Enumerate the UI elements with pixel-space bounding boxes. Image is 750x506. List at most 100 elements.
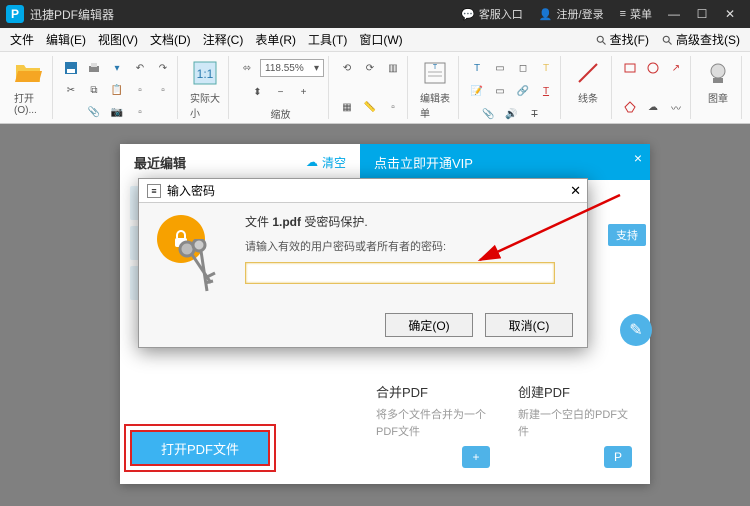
menu-comment[interactable]: 注释(C): [197, 31, 250, 48]
actual-size-icon: 1:1: [190, 58, 220, 88]
page-icon[interactable]: ▫: [130, 80, 150, 100]
actual-size-button[interactable]: 1:1 实际大小: [186, 58, 224, 120]
dialog-title: 输入密码: [167, 182, 215, 199]
zoom-in-icon[interactable]: +: [294, 82, 314, 102]
password-input[interactable]: [245, 262, 555, 284]
menu-tool[interactable]: 工具(T): [302, 31, 353, 48]
view-icon[interactable]: ▫: [383, 97, 403, 117]
menubar: 文件 编辑(E) 视图(V) 文档(D) 注释(C) 表单(R) 工具(T) 窗…: [0, 28, 750, 52]
highlight-icon[interactable]: T: [536, 58, 556, 78]
scan-icon[interactable]: ▾: [107, 58, 127, 78]
textbox-icon[interactable]: ▭: [490, 58, 510, 78]
cut-icon[interactable]: ✂: [61, 80, 81, 100]
create-desc: 新建一个空白的PDF文件: [518, 407, 632, 440]
undo-icon[interactable]: ↶: [130, 58, 150, 78]
fit-page-icon[interactable]: ⬍: [248, 82, 268, 102]
chat-icon: 💬: [461, 8, 475, 21]
line-label: 线条: [578, 90, 598, 105]
menu-form[interactable]: 表单(R): [249, 31, 302, 48]
create-button[interactable]: P: [604, 446, 632, 468]
ribbon: 打开(O)... ▾ ↶ ↷ ✂ ⧉ 📋 ▫ ▫ 📎 📷 ▫ 1:1 实际大小: [0, 52, 750, 124]
clear-recent[interactable]: ☁ 清空: [306, 154, 346, 171]
edit-fab[interactable]: ✎: [620, 314, 652, 346]
more-icon[interactable]: ▫: [130, 102, 150, 122]
pencil-icon: ✎: [629, 320, 642, 340]
paste-icon[interactable]: 📋: [107, 80, 127, 100]
clipboard-icon[interactable]: 📎: [84, 102, 104, 122]
edit-form-button[interactable]: T 编辑表单: [416, 58, 454, 120]
open-button[interactable]: 打开(O)...: [10, 58, 48, 116]
zoom-out-icon[interactable]: −: [271, 82, 291, 102]
app-title: 迅捷PDF编辑器: [30, 6, 114, 23]
attach-icon[interactable]: 📎: [479, 104, 499, 124]
dialog-close-button[interactable]: ✕: [570, 183, 581, 199]
dialog-icon: ≡: [147, 184, 161, 198]
clear-label: 清空: [322, 154, 346, 171]
sound-icon[interactable]: 🔊: [502, 104, 522, 124]
grid-icon[interactable]: ▦: [337, 97, 357, 117]
merge-button[interactable]: +: [462, 446, 490, 468]
minimize-button[interactable]: —: [660, 7, 688, 21]
menu-view[interactable]: 视图(V): [92, 31, 144, 48]
menu-file[interactable]: 文件: [4, 31, 40, 48]
line-button[interactable]: 线条: [569, 58, 607, 105]
ruler-icon[interactable]: 📏: [360, 97, 380, 117]
menu-link[interactable]: ≡ 菜单: [620, 6, 652, 22]
redo-icon[interactable]: ↷: [153, 58, 173, 78]
menu-edit[interactable]: 编辑(E): [40, 31, 92, 48]
stamp-button[interactable]: 图章: [699, 58, 737, 105]
menu-doc[interactable]: 文档(D): [144, 31, 197, 48]
zoom-select[interactable]: 118.55%▾: [260, 59, 324, 77]
menu-window[interactable]: 窗口(W): [353, 31, 408, 48]
dialog-message: 文件 1.pdf 受密码保护.: [245, 213, 573, 230]
ok-button[interactable]: 确定(O): [385, 313, 473, 337]
find-button[interactable]: 查找(F): [589, 31, 655, 48]
note-icon[interactable]: 📝: [467, 81, 487, 101]
edit-form-icon: T: [420, 58, 450, 88]
camera-icon[interactable]: 📷: [107, 102, 127, 122]
link-icon[interactable]: 🔗: [513, 81, 533, 101]
recent-title: 最近编辑: [134, 153, 186, 172]
vip-label: 点击立即开通VIP: [374, 153, 473, 172]
folder-open-icon: [14, 58, 44, 88]
open-pdf-button[interactable]: 打开PDF文件: [130, 430, 270, 466]
advfind-button[interactable]: 高级查找(S): [655, 31, 746, 48]
edit-form-label: 编辑表单: [420, 90, 450, 120]
print-icon[interactable]: [84, 58, 104, 78]
maximize-button[interactable]: ☐: [688, 7, 716, 21]
actual-size-label: 实际大小: [190, 90, 220, 120]
support-label: 客服入口: [479, 6, 523, 22]
rotate-right-icon[interactable]: ⟳: [360, 58, 380, 78]
rect-icon[interactable]: [620, 58, 640, 78]
text-icon[interactable]: T: [467, 58, 487, 78]
merge-pdf-card[interactable]: 合并PDF 将多个文件合并为一个PDF文件 +: [368, 372, 498, 476]
create-pdf-card[interactable]: 创建PDF 新建一个空白的PDF文件 P: [510, 372, 640, 476]
arrow-icon[interactable]: ↗: [666, 58, 686, 78]
support-link[interactable]: 💬 客服入口: [461, 6, 523, 22]
app-logo: P: [6, 5, 24, 23]
page-icon: P: [614, 450, 622, 464]
stamp-icon[interactable]: ▭: [490, 81, 510, 101]
circle-icon[interactable]: [643, 58, 663, 78]
rotate-left-icon[interactable]: ⟲: [337, 58, 357, 78]
polyline-icon[interactable]: 〰: [666, 97, 686, 117]
layout-icon[interactable]: ▥: [383, 58, 403, 78]
callout-icon[interactable]: ◻: [513, 58, 533, 78]
save-icon[interactable]: [61, 58, 81, 78]
menu-icon: ≡: [620, 8, 626, 20]
page-icon[interactable]: ▫: [153, 80, 173, 100]
login-link[interactable]: 👤 注册/登录: [539, 6, 604, 22]
fit-width-icon[interactable]: ⬄: [237, 58, 257, 78]
vip-banner[interactable]: 点击立即开通VIP ×: [360, 144, 650, 180]
open-label: 打开(O)...: [14, 90, 44, 116]
polygon-icon[interactable]: [620, 97, 640, 117]
cancel-button[interactable]: 取消(C): [485, 313, 573, 337]
close-button[interactable]: ✕: [716, 7, 744, 21]
strike-icon[interactable]: T: [525, 104, 545, 124]
cloud-icon[interactable]: ☁: [643, 97, 663, 117]
cloud-icon: ☁: [306, 155, 318, 169]
user-icon: 👤: [539, 8, 553, 21]
underline-icon[interactable]: T: [536, 81, 556, 101]
copy-icon[interactable]: ⧉: [84, 80, 104, 100]
close-icon[interactable]: ×: [634, 150, 642, 166]
